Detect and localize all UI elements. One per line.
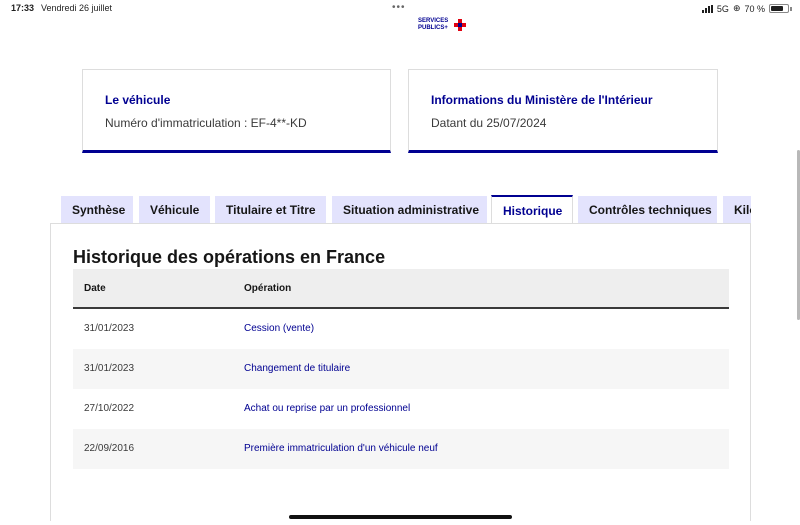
- tab-historique[interactable]: Historique: [491, 195, 573, 224]
- row-operation-link[interactable]: Changement de titulaire: [244, 363, 350, 374]
- ministry-info-title: Informations du Ministère de l'Intérieur: [431, 93, 653, 107]
- battery-tip: [790, 6, 792, 11]
- tab-titulaire-et-titre[interactable]: Titulaire et Titre: [215, 196, 326, 224]
- table-row: 31/01/2023 Cession (vente): [73, 309, 729, 349]
- status-indicators: 5G ⊕ 70 %: [701, 3, 792, 14]
- plus-icon: [454, 19, 466, 31]
- tab-situation-administrative[interactable]: Situation administrative: [332, 196, 487, 224]
- tab-vehicule[interactable]: Véhicule: [139, 196, 210, 224]
- vehicle-card-title: Le véhicule: [105, 93, 171, 107]
- column-header-operation: Opération: [244, 283, 292, 294]
- battery-icon: [769, 4, 789, 13]
- table-row: 27/10/2022 Achat ou reprise par un profe…: [73, 389, 729, 429]
- row-date: 31/01/2023: [84, 323, 135, 334]
- services-publics-logo[interactable]: SERVICES PUBLICS+: [418, 18, 466, 32]
- multitasking-dots-icon[interactable]: •••: [392, 2, 406, 13]
- row-operation-link[interactable]: Cession (vente): [244, 323, 314, 334]
- row-operation-link[interactable]: Achat ou reprise par un professionnel: [244, 403, 410, 414]
- tab-controles-techniques[interactable]: Contrôles techniques: [578, 196, 717, 224]
- table-row: 31/01/2023 Changement de titulaire: [73, 349, 729, 389]
- signal-icon: [701, 4, 713, 13]
- table-row: 22/09/2016 Première immatriculation d'un…: [73, 429, 729, 469]
- history-table: Date Opération 31/01/2023 Cession (vente…: [73, 269, 729, 469]
- tab-kilometrage[interactable]: Kilométrage: [723, 196, 751, 224]
- home-indicator[interactable]: [289, 515, 512, 519]
- history-panel: Historique des opérations en France Date…: [50, 223, 751, 521]
- tab-bar: Synthèse Véhicule Titulaire et Titre Sit…: [61, 195, 751, 224]
- row-date: 27/10/2022: [84, 403, 135, 414]
- row-operation-link[interactable]: Première immatriculation d'un véhicule n…: [244, 443, 438, 454]
- orientation-lock-icon: ⊕: [732, 3, 741, 13]
- logo-text-line1: SERVICES: [418, 18, 449, 24]
- ministry-info-card: Informations du Ministère de l'Intérieur…: [408, 69, 718, 153]
- status-time: 17:33: [11, 3, 35, 13]
- vehicle-card: Le véhicule Numéro d'immatriculation : E…: [82, 69, 391, 153]
- status-bar: 17:33 Vendredi 26 juillet ••• 5G ⊕ 70 %: [0, 0, 800, 16]
- table-header: Date Opération: [73, 269, 729, 309]
- row-date: 31/01/2023: [84, 363, 135, 374]
- status-date: Vendredi 26 juillet: [41, 3, 113, 13]
- ministry-info-date: Datant du 25/07/2024: [431, 116, 547, 130]
- network-label: 5G: [716, 3, 729, 14]
- tab-synthese[interactable]: Synthèse: [61, 196, 133, 224]
- page-title: Historique des opérations en France: [73, 247, 386, 267]
- battery-label: 70 %: [744, 3, 765, 14]
- row-date: 22/09/2016: [84, 443, 135, 454]
- registration-number: Numéro d'immatriculation : EF-4**-KD: [105, 116, 307, 130]
- logo-text-line2: PUBLICS+: [418, 25, 448, 31]
- column-header-date: Date: [84, 283, 106, 294]
